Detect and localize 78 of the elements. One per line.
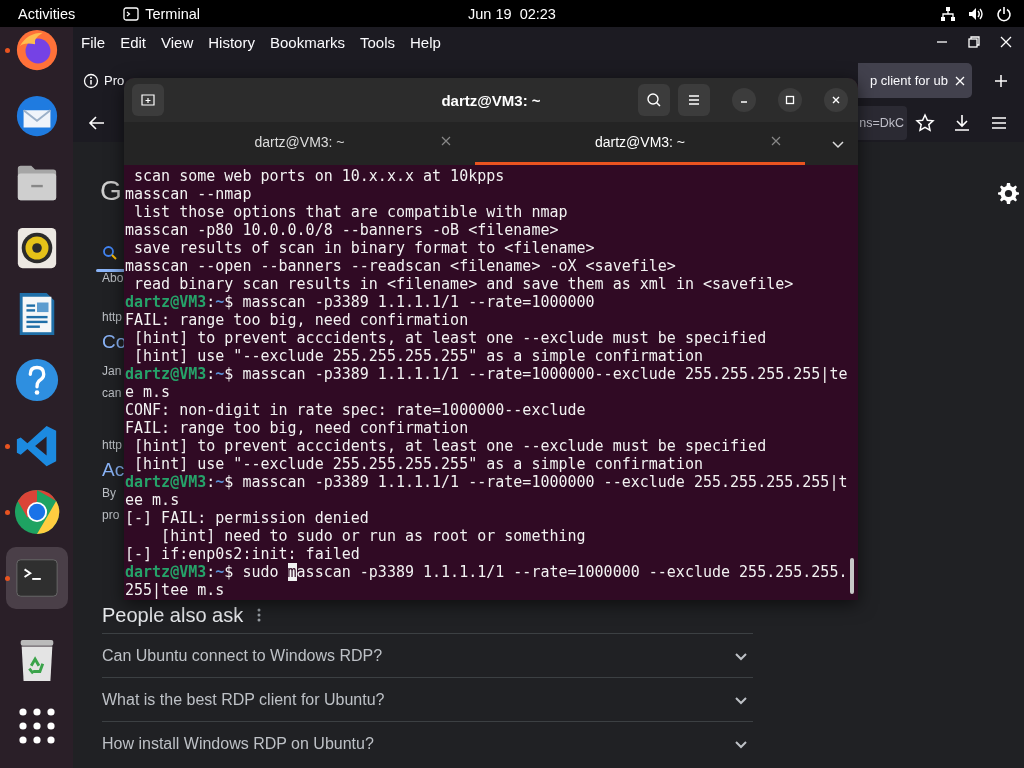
app-grid-icon[interactable] bbox=[18, 708, 55, 744]
close-tab-icon[interactable] bbox=[441, 136, 451, 146]
browser-icon[interactable] bbox=[13, 489, 60, 535]
result-snippet: can bbox=[102, 386, 122, 400]
section-heading: People also ask bbox=[102, 603, 244, 627]
result-snippet: Jan bbox=[102, 364, 122, 378]
terminal-icon bbox=[123, 5, 140, 22]
window-title: dartz@VM3: ~ bbox=[441, 91, 541, 109]
menu-item[interactable]: Edit bbox=[119, 31, 148, 53]
menu-icon[interactable] bbox=[686, 92, 702, 108]
search-button[interactable] bbox=[638, 84, 670, 116]
terminal-output-line: masscan --open --banners --readscan <filename> -oX <savefile> bbox=[125, 257, 676, 275]
result-snippet: pro bbox=[102, 508, 120, 522]
browser-tab[interactable]: Pro bbox=[83, 63, 125, 98]
close-tab-icon[interactable] bbox=[771, 136, 781, 146]
menu-item[interactable]: History bbox=[207, 31, 256, 53]
terminal-output-line: [hint] to prevent acccidents, at least one --exclude must be specified bbox=[133, 437, 767, 455]
result-url: http bbox=[102, 438, 122, 452]
info-icon bbox=[83, 72, 99, 89]
selected-tab-underline bbox=[96, 269, 125, 272]
terminal-output-line: CONF: non-digit in rate spec: rate=1000000--exclude bbox=[125, 401, 586, 419]
terminal-output-line: FAIL: range too big, need confirmation bbox=[125, 311, 469, 329]
terminal-output-line: scan some web ports on 10.x.x.x at 10kpps bbox=[133, 167, 505, 185]
menu-item[interactable]: Tools bbox=[359, 31, 396, 53]
clock[interactable]: Jun 19 02:23 bbox=[468, 5, 556, 22]
terminal-output-line: FAIL: range too big, need confirmation bbox=[125, 419, 469, 437]
browser-tab[interactable]: p client for ub bbox=[858, 63, 972, 98]
terminal-output-line: ee m.s bbox=[125, 491, 180, 509]
new-tab-icon[interactable] bbox=[140, 92, 156, 108]
terminal-output-line: [-] FAIL: permission denied bbox=[125, 509, 369, 527]
help-icon[interactable] bbox=[13, 357, 60, 403]
close-icon[interactable] bbox=[998, 34, 1014, 50]
restore-icon[interactable] bbox=[966, 34, 982, 50]
terminal-output-line: save results of scan in binary format to <filename> bbox=[133, 239, 595, 257]
menu-item[interactable]: Help bbox=[409, 31, 442, 53]
new-tab-button[interactable] bbox=[132, 84, 164, 116]
terminal-output-line: [hint] to prevent acccidents, at least one --exclude must be specified bbox=[133, 329, 767, 347]
terminal-output-line: [hint] use "--exclude 255.255.255.255" as a simple confirmation bbox=[133, 347, 703, 365]
terminal-prompt-line: dartz@VM3:~$ masscan -p3389 1.1.1.1/1 --rate=1000000 --exclude 255.255.255.255|t bbox=[125, 473, 848, 491]
terminal-output-line: masscan -p80 10.0.0.0/8 --banners -oB <filename> bbox=[125, 221, 559, 239]
menu-item[interactable]: File bbox=[80, 31, 107, 53]
terminal-tab[interactable]: dartz@VM3: ~ bbox=[475, 122, 805, 165]
question-text[interactable]: How install Windows RDP on Ubuntu? bbox=[102, 734, 374, 753]
menu-item[interactable]: View bbox=[160, 31, 195, 53]
app-menu-label[interactable]: Terminal bbox=[145, 5, 200, 22]
terminal-prompt-line: dartz@VM3:~$ sudo masscan -p3389 1.1.1.1/1 --rate=1000000 --exclude 255.255.255. bbox=[125, 563, 848, 581]
logo-text: G bbox=[100, 176, 122, 206]
terminal-prompt-line: dartz@VM3:~$ masscan -p3389 1.1.1.1/1 --rate=1000000 bbox=[125, 293, 595, 311]
network-icon[interactable] bbox=[940, 5, 956, 22]
terminal-tab[interactable]: dartz@VM3: ~ bbox=[124, 122, 475, 165]
terminal-output-line: [hint] need to sudo or run as root or something bbox=[160, 527, 586, 545]
terminal-output-line: 255|tee m.s bbox=[125, 581, 225, 599]
terminal-output-line: [hint] use "--exclude 255.255.255.255" as a simple confirmation bbox=[133, 455, 703, 473]
address-field[interactable]: ns=DkC bbox=[856, 106, 907, 140]
new-tab-icon[interactable] bbox=[993, 72, 1009, 89]
search-icon[interactable] bbox=[102, 245, 118, 261]
result-title[interactable]: Ac bbox=[102, 459, 125, 481]
terminal-output-line: read binary scan results in <filename> and save them as xml in <savefile> bbox=[133, 275, 794, 293]
result-snippet: By bbox=[102, 486, 116, 500]
menu-item[interactable]: Bookmarks bbox=[268, 31, 346, 53]
search-icon[interactable] bbox=[646, 92, 662, 108]
activities-button[interactable]: Activities bbox=[18, 5, 76, 22]
download-icon[interactable] bbox=[952, 113, 972, 133]
terminal-output-line: masscan --nmap bbox=[125, 185, 252, 203]
bookmark-star-icon[interactable] bbox=[915, 113, 935, 133]
result-snippet: Abo bbox=[102, 271, 124, 285]
menu-button[interactable] bbox=[678, 84, 710, 116]
terminal-output-line: [-] if:enp0s2:init: failed bbox=[125, 545, 360, 563]
question-text[interactable]: What is the best RDP client for Ubuntu? bbox=[102, 690, 385, 709]
scrollbar[interactable] bbox=[850, 558, 854, 594]
result-url: http bbox=[102, 310, 122, 324]
more-options-icon[interactable] bbox=[257, 608, 262, 622]
power-icon[interactable] bbox=[996, 5, 1012, 22]
terminal-output-line: list those options that are compatible with nmap bbox=[133, 203, 568, 221]
terminal-prompt-line: dartz@VM3:~$ masscan -p3389 1.1.1.1/1 --rate=1000000--exclude 255.255.255.255|te bbox=[125, 365, 848, 383]
terminal-output-line: e m.s bbox=[125, 383, 171, 401]
settings-icon[interactable] bbox=[996, 181, 1020, 205]
question-text[interactable]: Can Ubuntu connect to Windows RDP? bbox=[102, 646, 383, 665]
